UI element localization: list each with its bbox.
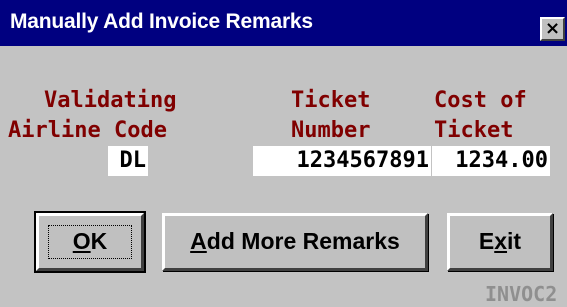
- exit-button[interactable]: Exit: [447, 213, 553, 271]
- focus-rectangle: [48, 225, 132, 259]
- add-more-mnemonic: A: [190, 228, 207, 254]
- ticket-header-line1: Ticket: [291, 88, 371, 113]
- cost-header-line1: Cost of: [434, 88, 527, 113]
- exit-label-rest: it: [507, 228, 522, 254]
- add-more-label-rest: dd More Remarks: [206, 228, 400, 254]
- cost-field[interactable]: 1234.00: [432, 146, 550, 176]
- title-bar[interactable]: Manually Add Invoice Remarks ×: [0, 0, 567, 46]
- exit-mnemonic: x: [494, 228, 508, 254]
- form-id-label: INVOC2: [485, 282, 558, 306]
- validating-header-line1: Validating: [44, 88, 177, 113]
- exit-label-pre: E: [478, 228, 495, 254]
- close-icon: ×: [544, 18, 561, 39]
- ok-button[interactable]: OK: [34, 211, 146, 273]
- close-button[interactable]: ×: [540, 17, 565, 41]
- window-title: Manually Add Invoice Remarks: [10, 10, 313, 33]
- add-more-remarks-button[interactable]: Add More Remarks: [162, 213, 428, 271]
- validating-header-line2: Airline Code: [8, 118, 167, 143]
- dialog-window: Manually Add Invoice Remarks × Validatin…: [0, 0, 567, 307]
- ticket-number-field[interactable]: 1234567891: [253, 146, 431, 176]
- ticket-header-line2: Number: [291, 118, 371, 143]
- airline-code-field[interactable]: DL: [108, 146, 148, 176]
- cost-header-line2: Ticket: [434, 118, 514, 143]
